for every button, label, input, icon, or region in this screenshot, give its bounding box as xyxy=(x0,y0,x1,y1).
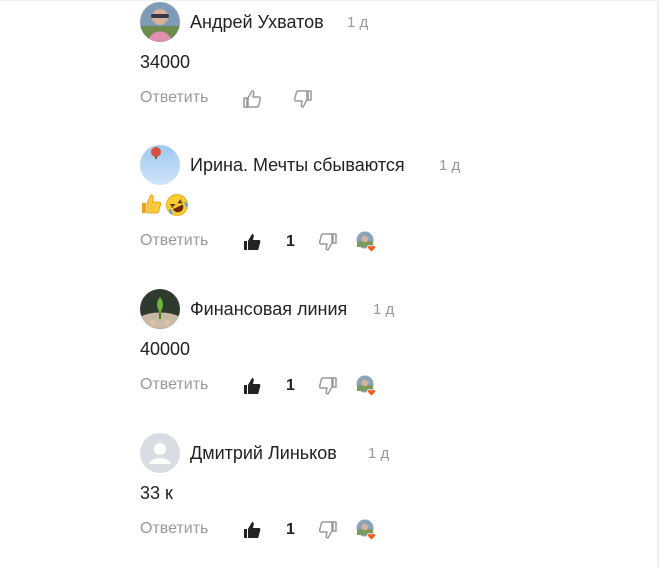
comment-actions: Ответить 1 xyxy=(140,231,440,253)
comment-item: Финансовая линия 1 д 40000 Ответить 1 xyxy=(0,289,640,419)
comment-text: 40000 xyxy=(140,339,191,359)
comment-actions: Ответить 1 xyxy=(140,519,440,541)
like-outline-icon[interactable] xyxy=(241,88,263,110)
author-heart-avatar-icon[interactable] xyxy=(356,519,378,541)
comment-text: 33 к xyxy=(140,483,173,503)
reply-button[interactable]: Ответить xyxy=(140,376,208,394)
reply-button[interactable]: Ответить xyxy=(140,89,208,107)
author-name[interactable]: Дмитрий Линьков xyxy=(190,443,337,464)
comment-time: 1 д xyxy=(368,445,390,462)
author-name[interactable]: Андрей Ухватов xyxy=(190,12,324,33)
comment-item: Андрей Ухватов 1 д 34000 Ответить xyxy=(0,2,640,132)
reply-button[interactable]: Ответить xyxy=(140,520,208,538)
comment-time: 1 д xyxy=(439,157,461,174)
reply-button[interactable]: Ответить xyxy=(140,232,208,250)
like-count: 1 xyxy=(286,377,295,394)
dislike-outline-icon[interactable] xyxy=(317,519,339,541)
comments-feed: Андрей Ухватов 1 д 34000 Ответить Ирина.… xyxy=(0,0,659,567)
author-avatar[interactable] xyxy=(140,433,180,473)
dislike-outline-icon[interactable] xyxy=(292,88,314,110)
like-filled-icon[interactable] xyxy=(241,231,263,253)
dislike-outline-icon[interactable] xyxy=(317,375,339,397)
dislike-outline-icon[interactable] xyxy=(317,231,339,253)
like-filled-icon[interactable] xyxy=(241,519,263,541)
comment-text: 34000 xyxy=(140,52,191,72)
author-avatar[interactable] xyxy=(140,2,180,42)
comment-time: 1 д xyxy=(373,301,395,318)
comment-item: Дмитрий Линьков 1 д 33 к Ответить 1 xyxy=(0,433,640,563)
author-heart-avatar-icon[interactable] xyxy=(356,231,378,253)
author-heart-avatar-icon[interactable] xyxy=(356,375,378,397)
comment-item: Ирина. Мечты сбываются 1 д Ответить 1 xyxy=(0,145,640,275)
like-filled-icon[interactable] xyxy=(241,375,263,397)
author-avatar[interactable] xyxy=(140,289,180,329)
like-count: 1 xyxy=(286,233,295,250)
rolling-laughing-emoji-icon xyxy=(165,193,189,222)
like-count: 1 xyxy=(286,521,295,538)
comment-actions: Ответить 1 xyxy=(140,375,440,397)
comment-actions: Ответить xyxy=(140,88,440,110)
comment-time: 1 д xyxy=(347,14,369,31)
author-name[interactable]: Ирина. Мечты сбываются xyxy=(190,155,405,176)
author-name[interactable]: Финансовая линия xyxy=(190,299,347,320)
emoji-row xyxy=(140,193,189,222)
thumbs-up-emoji-icon xyxy=(140,193,162,222)
author-avatar[interactable] xyxy=(140,145,180,185)
